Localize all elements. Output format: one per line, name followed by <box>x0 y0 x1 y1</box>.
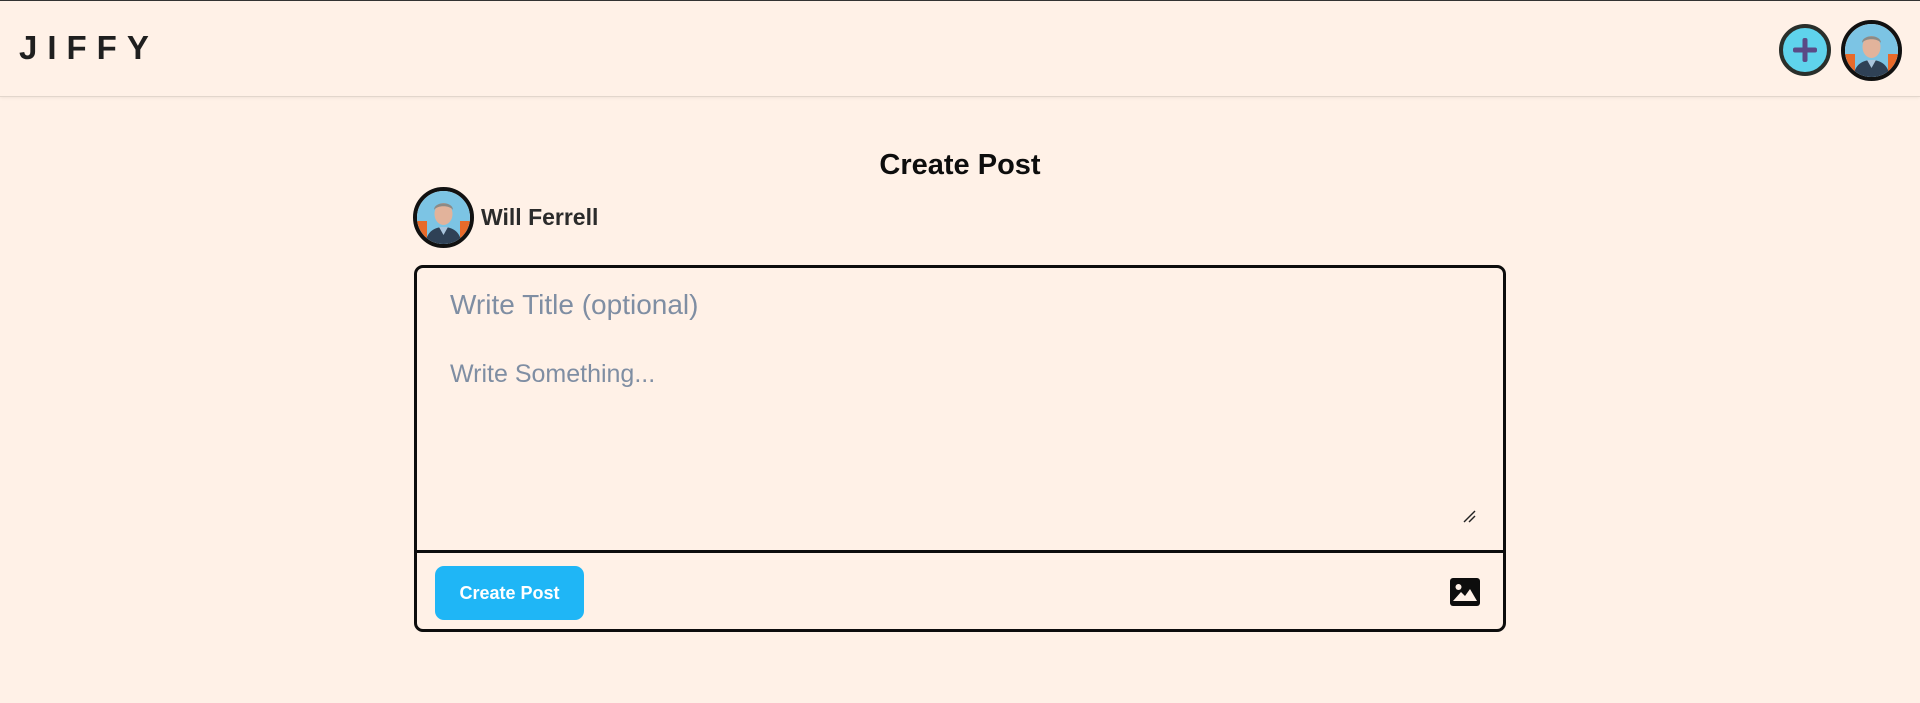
post-composer: Create Post <box>414 265 1506 632</box>
post-title-input[interactable] <box>450 284 1450 326</box>
top-navbar: JIFFY <box>0 0 1920 97</box>
add-post-button[interactable] <box>1779 24 1831 76</box>
app-logo[interactable]: JIFFY <box>19 28 159 68</box>
image-icon <box>1450 578 1480 606</box>
post-body-input[interactable] <box>450 360 1493 526</box>
create-post-button[interactable]: Create Post <box>435 566 584 620</box>
user-avatar[interactable] <box>1841 20 1902 81</box>
avatar-photo <box>417 190 470 244</box>
post-author: Will Ferrell <box>413 186 598 248</box>
avatar-photo <box>1845 24 1898 77</box>
plus-icon <box>1793 38 1817 62</box>
resize-handle-icon[interactable] <box>1462 509 1476 523</box>
page-title: Create Post <box>879 149 1041 181</box>
author-name: Will Ferrell <box>481 203 599 230</box>
author-avatar <box>413 186 474 248</box>
composer-divider <box>417 550 1503 553</box>
add-image-button[interactable] <box>1449 576 1481 608</box>
